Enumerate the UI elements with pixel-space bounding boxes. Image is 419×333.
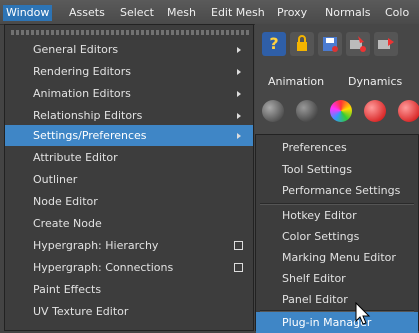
lock-icon[interactable] xyxy=(290,32,314,56)
menu-assets[interactable]: Assets xyxy=(66,5,108,21)
window-menu: General Editors Rendering Editors Animat… xyxy=(4,24,254,331)
save-icon[interactable] xyxy=(318,32,342,56)
menu-item-general-editors[interactable]: General Editors xyxy=(5,39,253,60)
mouse-cursor-icon xyxy=(355,302,371,325)
menu-item-attribute-editor[interactable]: Attribute Editor xyxy=(5,147,253,168)
menu-item-label: Hypergraph: Hierarchy xyxy=(33,239,159,252)
help-icon[interactable]: ? xyxy=(262,32,286,56)
option-box-icon[interactable] xyxy=(234,263,243,272)
tab-animation[interactable]: Animation xyxy=(268,72,324,92)
menu-normals[interactable]: Normals xyxy=(322,5,374,21)
menu-item-uv-texture-editor[interactable]: UV Texture Editor xyxy=(5,301,253,322)
submenu-item-shelf-editor[interactable]: Shelf Editor xyxy=(256,268,418,289)
tear-off-handle[interactable] xyxy=(11,30,249,35)
menu-select[interactable]: Select xyxy=(117,5,157,21)
submenu-item-marking-menu-editor[interactable]: Marking Menu Editor xyxy=(256,247,418,268)
menu-item-label: Create Node xyxy=(33,217,102,230)
menu-item-label: Node Editor xyxy=(33,195,98,208)
red-sphere-icon-2[interactable] xyxy=(398,100,419,122)
submenu-arrow-icon xyxy=(237,47,241,53)
menu-window[interactable]: Window xyxy=(3,5,53,21)
submenu-arrow-icon xyxy=(237,91,241,97)
submenu-arrow-icon xyxy=(237,69,241,75)
menu-item-label: General Editors xyxy=(33,43,119,56)
submenu-item-panel-editor[interactable]: Panel Editor xyxy=(256,289,418,310)
submenu-item-performance-settings[interactable]: Performance Settings xyxy=(256,180,418,201)
menu-item-label: Paint Effects xyxy=(33,283,102,296)
menu-mesh[interactable]: Mesh xyxy=(164,5,199,21)
settings-preferences-submenu: Preferences Tool Settings Performance Se… xyxy=(255,134,419,333)
submenu-item-plug-in-manager[interactable]: Plug-in Manager xyxy=(256,312,418,333)
color-sphere-icon[interactable] xyxy=(330,100,352,122)
menu-item-paint-effects[interactable]: Paint Effects xyxy=(5,279,253,300)
menu-item-create-node[interactable]: Create Node xyxy=(5,213,253,234)
submenu-item-hotkey-editor[interactable]: Hotkey Editor xyxy=(256,205,418,226)
menu-item-label: Outliner xyxy=(33,173,78,186)
red-sphere-icon[interactable] xyxy=(364,100,386,122)
menu-item-label: Rendering Editors xyxy=(33,65,131,78)
menu-item-rendering-editors[interactable]: Rendering Editors xyxy=(5,61,253,82)
menu-item-relationship-editors[interactable]: Relationship Editors xyxy=(5,105,253,126)
menu-item-label: UV Texture Editor xyxy=(33,305,129,318)
menu-item-label: Hypergraph: Connections xyxy=(33,261,174,274)
menu-item-settings-preferences[interactable]: Settings/Preferences xyxy=(5,125,253,146)
menu-color[interactable]: Colo xyxy=(382,5,412,21)
sphere-dark-icon[interactable] xyxy=(296,100,318,122)
menu-item-node-editor[interactable]: Node Editor xyxy=(5,191,253,212)
menu-item-hypergraph-connections[interactable]: Hypergraph: Connections xyxy=(5,257,253,278)
menu-item-outliner[interactable]: Outliner xyxy=(5,169,253,190)
render-region-icon[interactable] xyxy=(374,32,398,56)
menu-item-label: Attribute Editor xyxy=(33,151,118,164)
submenu-arrow-icon xyxy=(237,113,241,119)
render-icon[interactable] xyxy=(346,32,370,56)
sphere-icon[interactable] xyxy=(262,100,284,122)
submenu-item-tool-settings[interactable]: Tool Settings xyxy=(256,159,418,180)
menu-bar: Window Assets Select Mesh Edit Mesh Prox… xyxy=(0,0,419,25)
submenu-item-color-settings[interactable]: Color Settings xyxy=(256,226,418,247)
menu-item-label: Animation Editors xyxy=(33,87,131,100)
submenu-arrow-icon xyxy=(237,133,241,139)
menu-edit-mesh[interactable]: Edit Mesh xyxy=(208,5,268,21)
submenu-item-preferences[interactable]: Preferences xyxy=(256,137,418,158)
menu-item-label: Settings/Preferences xyxy=(33,129,147,142)
tab-dynamics[interactable]: Dynamics xyxy=(348,72,402,92)
menu-item-animation-editors[interactable]: Animation Editors xyxy=(5,83,253,104)
menu-proxy[interactable]: Proxy xyxy=(274,5,310,21)
menu-item-label: Relationship Editors xyxy=(33,109,143,122)
menu-item-hypergraph-hierarchy[interactable]: Hypergraph: Hierarchy xyxy=(5,235,253,256)
option-box-icon[interactable] xyxy=(234,241,243,250)
